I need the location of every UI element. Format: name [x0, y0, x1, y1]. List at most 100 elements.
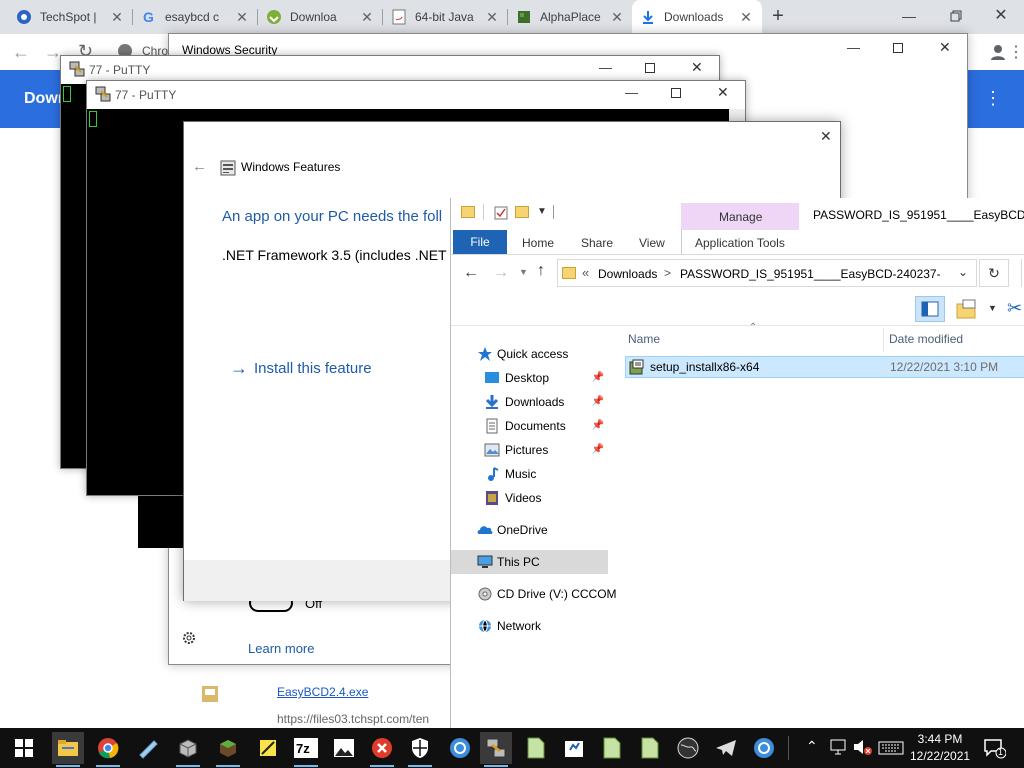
excel2-icon[interactable]	[596, 732, 628, 764]
download-file-link[interactable]: EasyBCD2.4.exe	[277, 685, 368, 699]
tray-overflow-icon[interactable]: ⌃	[806, 738, 818, 755]
chrome-menu-icon[interactable]: ⋮	[1008, 42, 1024, 62]
nav-music[interactable]: Music	[451, 462, 608, 486]
minimize-icon[interactable]: —	[599, 60, 612, 75]
excel3-icon[interactable]	[634, 732, 666, 764]
minimize-icon[interactable]: —	[625, 85, 638, 100]
qat-dropdown-icon[interactable]: ▼	[537, 206, 547, 217]
network-status-icon[interactable]	[830, 738, 850, 756]
notification-center-button[interactable]: 1	[982, 736, 1006, 760]
mail-icon[interactable]	[710, 732, 742, 764]
restore-icon[interactable]	[932, 0, 978, 34]
tab-techspot[interactable]: TechSpot | ✕	[8, 0, 133, 34]
layout-dropdown-icon[interactable]: ▼	[988, 303, 997, 313]
close-icon[interactable]: ✕	[609, 9, 625, 26]
tab-easybcd-search[interactable]: G esaybcd c ✕	[133, 0, 258, 34]
close-icon[interactable]: ✕	[359, 9, 375, 26]
globe-icon[interactable]	[444, 732, 476, 764]
maximize-icon[interactable]	[893, 43, 903, 53]
overflow-chevron[interactable]: «	[582, 265, 589, 280]
address-part-folder[interactable]: PASSWORD_IS_951951____EasyBCD-240237-	[680, 267, 941, 281]
clock-date[interactable]: 12/22/2021	[910, 749, 970, 763]
minecraft-icon[interactable]	[212, 732, 244, 767]
minimize-icon[interactable]: —	[886, 0, 932, 34]
tab-home[interactable]: Home	[522, 233, 554, 253]
excel-icon[interactable]	[520, 732, 552, 764]
store-icon[interactable]	[558, 732, 590, 764]
sticky-notes-icon[interactable]	[252, 732, 284, 764]
back-arrow-icon[interactable]: ←	[12, 42, 30, 63]
nav-videos[interactable]: Videos	[451, 486, 608, 510]
nav-documents[interactable]: Documents 📌	[451, 414, 608, 438]
nav-pictures[interactable]: Pictures 📌	[451, 438, 608, 462]
properties-icon[interactable]	[494, 206, 508, 220]
preview-pane-icon[interactable]	[915, 296, 945, 322]
maximize-icon[interactable]	[645, 63, 655, 73]
tab-title: Downloa	[290, 10, 337, 24]
nav-this-pc[interactable]: This PC	[451, 550, 608, 574]
tab-download-site[interactable]: Downloa ✕	[258, 0, 383, 34]
back-arrow-icon[interactable]: ←	[463, 264, 479, 282]
tab-view[interactable]: View	[639, 233, 665, 253]
globe2-icon[interactable]	[748, 732, 780, 764]
nav-desktop[interactable]: Desktop 📌	[451, 366, 608, 390]
virtualbox-icon[interactable]	[172, 732, 204, 767]
7zip-icon[interactable]: 7z	[290, 732, 322, 767]
tab-share[interactable]: Share	[581, 233, 613, 253]
close-icon[interactable]: ✕	[738, 9, 754, 26]
security-shield-icon[interactable]	[404, 732, 436, 767]
close-icon[interactable]: ✕	[484, 9, 500, 26]
clock-time[interactable]: 3:44 PM	[916, 732, 964, 746]
recent-dropdown-icon[interactable]: ▼	[519, 267, 528, 277]
chrome-icon[interactable]	[92, 732, 124, 767]
nav-network[interactable]: Network	[451, 614, 608, 638]
nav-onedrive[interactable]: OneDrive	[451, 518, 608, 542]
install-feature-button[interactable]: → Install this feature	[230, 358, 372, 379]
keyboard-icon[interactable]	[878, 740, 904, 756]
address-dropdown-icon[interactable]: ⌄	[958, 265, 968, 279]
new-tab-button[interactable]: +	[766, 4, 790, 28]
close-icon[interactable]: ✕	[939, 39, 951, 56]
file-explorer-icon[interactable]	[52, 732, 84, 767]
column-name[interactable]: Name	[628, 332, 660, 346]
start-icon[interactable]	[8, 732, 40, 764]
nav-cd-drive[interactable]: CD Drive (V:) CCCOM	[451, 582, 617, 606]
cut-icon[interactable]: ✂	[1007, 298, 1022, 319]
back-arrow-icon[interactable]: ←	[192, 158, 207, 175]
minimize-icon[interactable]: —	[847, 40, 860, 55]
forward-arrow-icon[interactable]: →	[493, 264, 509, 282]
volume-muted-icon[interactable]	[852, 738, 874, 756]
close-icon[interactable]: ✕	[109, 9, 125, 26]
earth-icon[interactable]	[672, 732, 704, 764]
address-bar[interactable]: « Downloads > PASSWORD_IS_951951____Easy…	[557, 259, 977, 287]
notepad-icon[interactable]	[132, 732, 164, 764]
details-pane-icon[interactable]	[955, 298, 979, 320]
nav-downloads[interactable]: Downloads 📌	[451, 390, 608, 414]
network-app-icon[interactable]	[480, 732, 512, 767]
nav-quick-access[interactable]: Quick access	[451, 342, 608, 366]
up-arrow-icon[interactable]: ↑	[537, 262, 545, 280]
tab-alphaplace[interactable]: AlphaPlace ✕	[508, 0, 633, 34]
tab-java[interactable]: 64-bit Java ✕	[383, 0, 508, 34]
column-date-modified[interactable]: Date modified	[889, 332, 963, 346]
file-tab[interactable]: File	[453, 230, 507, 254]
photos-icon[interactable]	[328, 732, 360, 764]
gear-icon[interactable]	[181, 630, 197, 646]
maximize-icon[interactable]	[671, 88, 681, 98]
tab-application-tools[interactable]: Application Tools	[695, 233, 785, 253]
profile-icon[interactable]	[990, 44, 1006, 60]
address-part-downloads[interactable]: Downloads	[598, 267, 657, 281]
file-row[interactable]: setup_installx86-x64 12/22/2021 3:10 PM	[625, 356, 1024, 378]
close-icon[interactable]: ✕	[820, 128, 832, 145]
learn-more-link[interactable]: Learn more	[248, 641, 314, 656]
refresh-button[interactable]: ↻	[979, 259, 1009, 287]
close-window-icon[interactable]: ✕	[978, 0, 1024, 34]
tab-downloads[interactable]: Downloads ✕	[632, 0, 762, 34]
close-icon[interactable]: ✕	[691, 59, 703, 76]
install-feature-label: Install this feature	[254, 360, 372, 377]
close-app-icon[interactable]	[366, 732, 398, 767]
close-icon[interactable]: ✕	[234, 9, 250, 26]
more-options-icon[interactable]: ⋮	[984, 88, 1002, 109]
new-folder-icon[interactable]	[515, 206, 529, 218]
close-icon[interactable]: ✕	[717, 84, 729, 101]
